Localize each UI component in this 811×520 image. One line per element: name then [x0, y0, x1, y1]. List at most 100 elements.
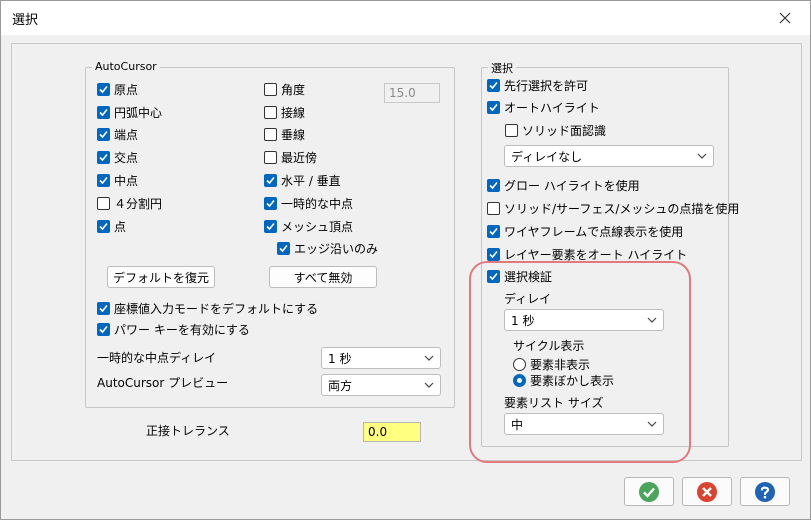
checkbox-box[interactable] — [97, 219, 110, 233]
checkbox-label: ４分割円 — [114, 196, 163, 211]
checkbox-box[interactable] — [97, 196, 110, 210]
tangent-tolerance-field[interactable]: 0.0 — [363, 422, 421, 442]
checkbox-endpoint[interactable]: 端点 — [97, 126, 138, 142]
checkbox-label: 原点 — [114, 82, 139, 97]
window-title: 選択 — [12, 13, 39, 28]
checkbox-quadrant[interactable]: ４分割円 — [97, 195, 162, 211]
checkbox-box[interactable] — [487, 178, 500, 192]
close-icon[interactable] — [770, 3, 800, 33]
disable-all-button[interactable]: すべて無効 — [269, 266, 377, 288]
checkbox-label: 中点 — [114, 173, 139, 188]
ok-button[interactable] — [624, 477, 674, 506]
checkbox-box[interactable] — [505, 123, 518, 137]
checkbox-solid-point-draw[interactable]: ソリッド/サーフェス/メッシュの点描を使用 — [487, 200, 739, 216]
checkbox-label: 端点 — [114, 127, 139, 142]
checkbox-box[interactable] — [97, 173, 110, 187]
select-value: 両方 — [328, 378, 353, 393]
checkbox-label: 水平 / 垂直 — [281, 173, 341, 188]
checkbox-label: ソリッド/サーフェス/メッシュの点描を使用 — [504, 201, 740, 216]
chevron-down-icon — [424, 355, 434, 361]
checkbox-label: 交点 — [114, 150, 139, 165]
checkbox-label: 垂線 — [281, 127, 306, 142]
checkbox-label: ソリッド面認識 — [522, 123, 607, 138]
autocursor-legend: AutoCursor — [92, 60, 160, 73]
checkbox-box[interactable] — [487, 201, 500, 215]
checkbox-label: 点 — [114, 219, 127, 234]
checkbox-label: 最近傍 — [281, 150, 318, 165]
select-value: ディレイなし — [511, 149, 583, 164]
checkbox-box[interactable] — [264, 105, 277, 119]
checkbox-box[interactable] — [264, 82, 277, 96]
checkbox-label: オートハイライト — [504, 100, 600, 115]
checkbox-perpendicular[interactable]: 垂線 — [264, 126, 305, 142]
checkbox-label: 先行選択を許可 — [504, 78, 589, 93]
check-icon — [639, 481, 659, 502]
checkbox-edge-only[interactable]: エッジ沿いのみ — [277, 240, 378, 256]
checkbox-box[interactable] — [487, 224, 500, 238]
checkbox-box[interactable] — [97, 105, 110, 119]
temp-midpoint-delay-select[interactable]: 1 秒 — [321, 347, 441, 369]
checkbox-glow-highlight[interactable]: グロー ハイライトを使用 — [487, 177, 640, 193]
annotation-highlight-ring — [469, 261, 691, 463]
checkbox-temp-midpoint[interactable]: 一時的な中点 — [264, 195, 353, 211]
angle-value-field: 15.0 — [384, 83, 440, 103]
checkbox-label: パワー キーを有効にする — [114, 322, 250, 337]
checkbox-label: グロー ハイライトを使用 — [504, 178, 640, 193]
checkbox-horiz-vert[interactable]: 水平 / 垂直 — [264, 172, 341, 188]
checkbox-tangent[interactable]: 接線 — [264, 104, 305, 120]
checkbox-box[interactable] — [97, 150, 110, 164]
checkbox-box[interactable] — [277, 241, 290, 255]
checkbox-box[interactable] — [264, 150, 277, 164]
checkbox-label: 座標値入力モードをデフォルトにする — [114, 301, 319, 316]
dialog-window: 選択 AutoCursor 原点 円弧中心 端点 交点 中点 ４分割円 点 角度… — [0, 0, 811, 520]
checkbox-auto-highlight[interactable]: オートハイライト — [487, 99, 600, 115]
checkbox-label: メッシュ頂点 — [281, 219, 354, 234]
cancel-button[interactable] — [682, 477, 732, 506]
temp-midpoint-delay-label: 一時的な中点ディレイ — [97, 351, 217, 365]
checkbox-layer-auto-highlight[interactable]: レイヤー要素をオート ハイライト — [487, 246, 687, 262]
checkbox-box[interactable] — [264, 127, 277, 141]
checkbox-wireframe-dotted[interactable]: ワイヤフレームで点線表示を使用 — [487, 223, 683, 239]
checkbox-box[interactable] — [264, 219, 277, 233]
checkbox-midpoint[interactable]: 中点 — [97, 172, 138, 188]
checkbox-label: エッジ沿いのみ — [294, 241, 379, 256]
preview-label: AutoCursor プレビュー — [97, 376, 229, 390]
restore-default-button[interactable]: デフォルトを復元 — [107, 266, 215, 288]
tangent-tolerance-label: 正接トレランス — [146, 424, 230, 438]
chevron-down-icon — [697, 153, 707, 159]
checkbox-box[interactable] — [487, 78, 500, 92]
checkbox-box[interactable] — [264, 196, 277, 210]
select-value: 1 秒 — [328, 351, 352, 366]
checkbox-label: 円弧中心 — [114, 105, 163, 120]
checkbox-label: レイヤー要素をオート ハイライト — [504, 247, 688, 262]
selection-legend: 選択 — [488, 60, 516, 76]
checkbox-solid-face-recog[interactable]: ソリッド面認識 — [505, 122, 606, 138]
checkbox-label: 一時的な中点 — [281, 196, 354, 211]
checkbox-power-key[interactable]: パワー キーを有効にする — [97, 321, 250, 337]
checkbox-allow-preselect[interactable]: 先行選択を許可 — [487, 77, 588, 93]
checkbox-box[interactable] — [487, 100, 500, 114]
question-icon — [755, 481, 775, 502]
checkbox-box[interactable] — [97, 82, 110, 96]
checkbox-label: ワイヤフレームで点線表示を使用 — [504, 224, 684, 239]
checkbox-box[interactable] — [264, 173, 277, 187]
checkbox-intersection[interactable]: 交点 — [97, 149, 138, 165]
checkbox-nearest[interactable]: 最近傍 — [264, 149, 317, 165]
x-icon — [697, 481, 717, 502]
checkbox-label: 角度 — [281, 82, 306, 97]
highlight-delay-select[interactable]: ディレイなし — [504, 145, 714, 167]
chevron-down-icon — [424, 382, 434, 388]
preview-select[interactable]: 両方 — [321, 374, 441, 396]
checkbox-arc-center[interactable]: 円弧中心 — [97, 104, 162, 120]
checkbox-origin[interactable]: 原点 — [97, 81, 138, 97]
checkbox-angle[interactable]: 角度 — [264, 81, 305, 97]
checkbox-mesh-vertex[interactable]: メッシュ頂点 — [264, 218, 353, 234]
checkbox-point[interactable]: 点 — [97, 218, 126, 234]
checkbox-box[interactable] — [97, 322, 110, 336]
title-bar: 選択 — [1, 1, 810, 35]
checkbox-box[interactable] — [97, 127, 110, 141]
help-button[interactable] — [740, 477, 790, 506]
checkbox-box[interactable] — [97, 301, 110, 315]
checkbox-coord-input-default[interactable]: 座標値入力モードをデフォルトにする — [97, 300, 318, 316]
checkbox-box[interactable] — [487, 247, 500, 261]
